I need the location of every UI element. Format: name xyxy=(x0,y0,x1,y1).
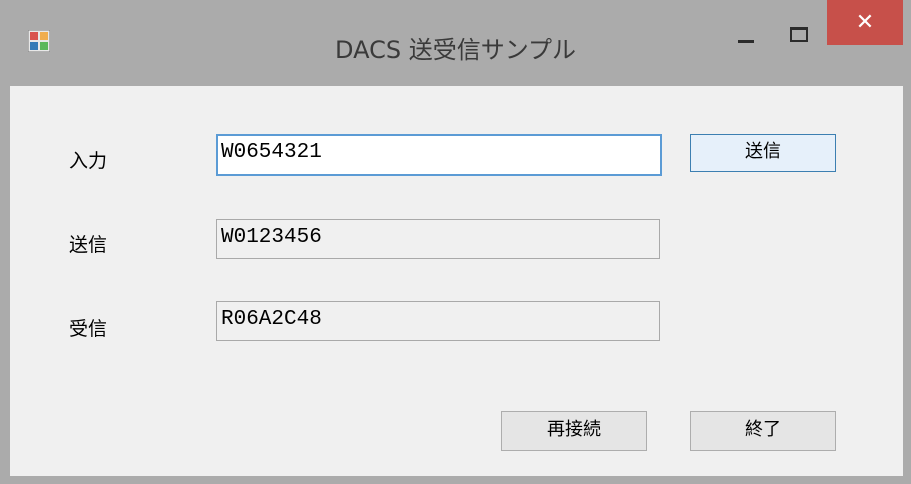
received-value-field[interactable]: R06A2C48 xyxy=(216,301,660,341)
maximize-button[interactable] xyxy=(776,20,820,50)
form-body: 入力 W0654321 送信 送信 W0123456 受信 R06A2C48 再… xyxy=(10,86,903,476)
title-bar[interactable]: DACS 送受信サンプル ✕ xyxy=(0,0,911,86)
window-title: DACS 送受信サンプル xyxy=(335,36,576,64)
send-label: 送信 xyxy=(69,234,108,256)
app-window: DACS 送受信サンプル ✕ 入力 W0654321 送信 送信 W012345… xyxy=(0,0,911,484)
receive-label: 受信 xyxy=(69,318,108,340)
send-button[interactable]: 送信 xyxy=(690,134,836,172)
sent-value-field[interactable]: W0123456 xyxy=(216,219,660,259)
input-field[interactable]: W0654321 xyxy=(216,134,662,176)
close-icon: ✕ xyxy=(855,10,875,35)
input-label: 入力 xyxy=(69,150,108,172)
exit-button[interactable]: 終了 xyxy=(690,411,836,451)
minimize-button[interactable] xyxy=(724,22,768,52)
reconnect-button[interactable]: 再接続 xyxy=(501,411,647,451)
close-button[interactable]: ✕ xyxy=(827,0,903,45)
